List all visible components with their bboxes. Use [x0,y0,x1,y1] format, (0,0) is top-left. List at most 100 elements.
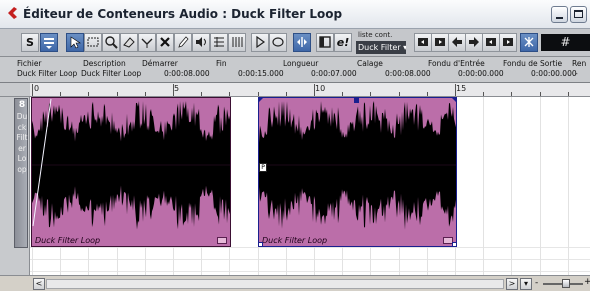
part-list-label: liste cont. [358,31,393,39]
horizontal-scrollbar[interactable] [46,279,504,289]
info-value-description[interactable]: Duck Filter Loop [81,69,141,78]
part-list-select[interactable]: Duck Filter ▾ [356,41,406,54]
magnifier-icon [105,36,118,49]
info-value-end[interactable]: 0:00:15.000 [238,69,284,78]
window-title: Éditeur de Conteneurs Audio : Duck Filte… [23,7,343,21]
ruler-tick [173,84,174,96]
info-header-end: Fin [216,59,227,68]
ruler-label: 0 [34,84,40,93]
ruler-tick [60,92,62,96]
track-number: 8 [18,100,26,110]
grid-line [30,259,590,260]
arrow-left-icon: < [35,279,43,288]
move-right-button[interactable] [465,33,483,52]
event-display[interactable]: Duck Filter Loop P Duck Filter Loop [30,97,590,275]
zoom-tool[interactable] [102,33,120,52]
zoom-in-icon[interactable]: + [584,277,590,287]
ruler-tick [257,92,259,96]
trim-end-right-button[interactable] [499,33,517,52]
snap-on-off-button[interactable] [520,33,538,52]
autoscroll-button[interactable] [293,33,311,52]
fade-in-handle[interactable] [258,97,264,103]
mute-tool[interactable] [156,33,174,52]
info-value-fade-out[interactable]: 0:00:00.000 [531,69,577,78]
grid-line [539,97,541,275]
chevron-down-icon: ▾ [523,279,528,288]
waveform [32,101,230,230]
info-value-snap[interactable]: 0:00:08.000 [385,69,431,78]
scroll-right-button[interactable]: > [506,278,518,290]
ruler-tick [229,92,231,96]
grid-type-field[interactable]: # [541,34,590,51]
ruler-tick [144,92,146,96]
info-value-fade-in[interactable]: 0:00:00.000 [458,69,504,78]
info-value-file[interactable]: Duck Filter Loop [17,69,77,78]
info-line-toggle-button[interactable] [40,33,58,52]
snap-point-marker[interactable]: P [259,163,267,172]
grid-line [567,97,569,275]
solo-button[interactable]: S [21,33,39,52]
warp-bars-icon [232,37,243,47]
info-value-length[interactable]: 0:00:07.000 [311,69,357,78]
title-bar[interactable]: Éditeur de Conteneurs Audio : Duck Filte… [0,0,590,29]
draw-tool[interactable] [174,33,192,52]
erase-tool[interactable] [120,33,138,52]
minimize-button[interactable] [551,6,568,23]
scrub-tool[interactable] [138,33,156,52]
bottom-bar: < > ▾ - + [0,275,590,291]
resize-handle-right[interactable] [452,242,457,247]
ruler-tick [483,92,485,96]
info-header-fade-out: Fondu de Sortie [503,59,563,68]
resize-handle-left[interactable] [258,242,263,247]
trim-left-icon [418,38,428,46]
trim-end-left-button[interactable] [482,33,500,52]
scrub-icon [141,38,153,48]
minimize-icon [556,17,563,19]
ruler-label: 5 [174,84,180,93]
zoom-menu-button[interactable]: ▾ [520,278,532,290]
fade-in-line [32,98,52,227]
ruler-tick [201,92,203,96]
ruler-tick [567,92,569,96]
event-name: Duck Filter Loop [262,236,328,245]
move-left-button[interactable] [448,33,466,52]
arrow-pointer-icon [70,36,81,49]
part-borders-icon [319,36,331,48]
time-ruler[interactable]: 0 5 10 15 [30,83,590,97]
audio-event-selected[interactable]: P Duck Filter Loop [258,97,457,247]
chevron-down-icon: ▾ [403,43,406,52]
volume-handle[interactable] [354,98,359,103]
trim-start-left-button[interactable] [414,33,432,52]
zoom-slider-thumb[interactable] [562,279,570,288]
event-name: Duck Filter Loop [35,236,101,245]
ruler-tick [398,92,400,96]
info-value-more[interactable]: - [575,69,578,78]
time-warp-tool[interactable] [228,33,246,52]
loop-button[interactable] [269,33,287,52]
play-tool[interactable] [192,33,210,52]
trim-right-icon [435,38,445,46]
track-header[interactable]: 8 Duck Filter Loop [14,98,28,248]
fade-out-handle[interactable] [451,97,457,103]
play-icon [256,35,266,49]
zoom-out-icon[interactable]: - [535,278,538,288]
snap-tool[interactable] [210,33,228,52]
scroll-left-button[interactable]: < [33,278,45,290]
show-part-borders-button[interactable] [316,33,334,52]
snap-icon [524,37,534,47]
ruler-tick [88,92,90,96]
info-value-start[interactable]: 0:00:08.000 [164,69,210,78]
ruler-tick [370,92,372,96]
edit-active-part-button[interactable]: e! [334,33,352,52]
object-selection-tool[interactable] [66,33,84,52]
grid-line [30,247,590,248]
ruler-tick [285,92,287,96]
maximize-icon [574,10,583,18]
part-list-value: Duck Filter [358,43,401,52]
maximize-button[interactable] [570,6,587,23]
audio-event[interactable]: Duck Filter Loop [31,97,231,247]
range-selection-tool[interactable] [84,33,102,52]
play-button[interactable] [251,33,269,52]
edit-label: e! [336,36,350,49]
trim-start-right-button[interactable] [431,33,449,52]
